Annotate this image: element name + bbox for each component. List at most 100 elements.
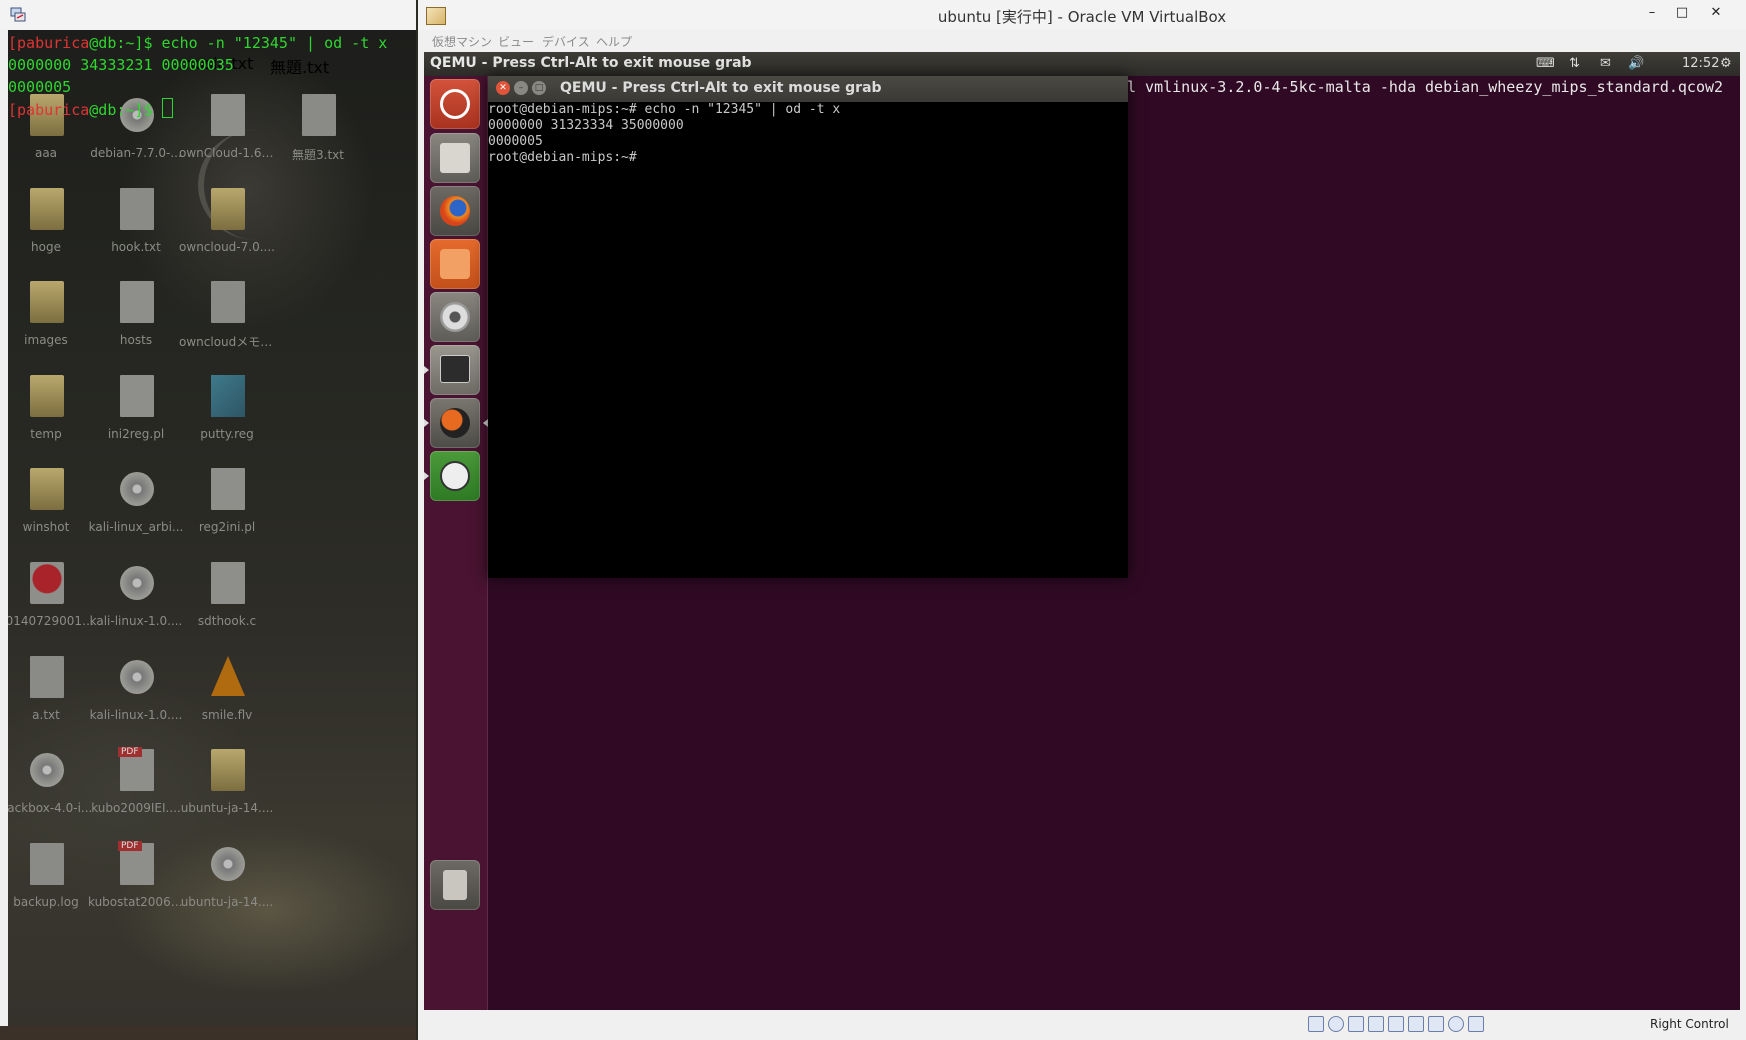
desktop-icon-label: aaa bbox=[34, 146, 58, 160]
mouse-integration-icon[interactable] bbox=[1448, 1016, 1464, 1032]
desktop-icon[interactable]: kali-linux-1.0.... bbox=[88, 650, 184, 750]
desktop-icon[interactable]: ubuntu-ja-14.... bbox=[179, 837, 275, 937]
desktop-icon-label: owncloud-7.0.... bbox=[179, 239, 275, 254]
desktop-icon[interactable]: kubostat2006.... bbox=[88, 837, 184, 937]
desktop-icon[interactable]: smile.flv bbox=[179, 650, 275, 750]
desktop-icon[interactable]: packbox-4.0-i... bbox=[8, 743, 94, 843]
launcher-firefox[interactable] bbox=[430, 186, 480, 236]
terminal-line: 0000000 34333231 00000035 bbox=[8, 54, 408, 76]
background-terminal-text: l vmlinux-3.2.0-4-5kc-malta -hda debian_… bbox=[1127, 78, 1724, 96]
launcher-dash-home[interactable] bbox=[430, 79, 480, 129]
prompt-user: paburica bbox=[17, 34, 90, 52]
desktop-icon[interactable]: owncloud-7.0.... bbox=[179, 182, 275, 282]
desktop-icon-label: owncloudメモ.txt bbox=[179, 335, 275, 350]
mail-icon[interactable]: ✉ bbox=[1600, 56, 1611, 71]
launcher-files[interactable] bbox=[430, 133, 480, 183]
shared-folders-icon[interactable] bbox=[1388, 1016, 1404, 1032]
terminal-output: 0000000 34333231 00000035 bbox=[8, 56, 234, 74]
desktop-icon[interactable]: reg2ini.pl bbox=[179, 462, 275, 562]
launcher-system-settings[interactable] bbox=[430, 292, 480, 342]
file-icon bbox=[120, 281, 154, 324]
desktop-icon-label: smile.flv bbox=[201, 707, 253, 722]
desktop-icon[interactable]: backup.log bbox=[8, 837, 94, 937]
putty-app-icon[interactable] bbox=[9, 6, 27, 24]
folder-icon bbox=[30, 281, 64, 324]
desktop-icon[interactable]: kubo2009IEI.... bbox=[88, 743, 184, 843]
folder-icon bbox=[30, 468, 64, 511]
video-capture-icon[interactable] bbox=[1428, 1016, 1444, 1032]
running-indicator bbox=[424, 419, 429, 427]
desktop-icon-label: hosts bbox=[119, 333, 153, 348]
virtualbox-window: ubuntu [実行中] - Oracle VM VirtualBox – □ … bbox=[418, 0, 1746, 1040]
prompt-bracket: [ bbox=[8, 101, 18, 119]
qemu-minimize-button[interactable]: – bbox=[514, 81, 528, 95]
usb-icon[interactable] bbox=[1348, 1016, 1364, 1032]
optical-drive-icon[interactable] bbox=[1328, 1016, 1344, 1032]
console-line: root@debian-mips:~# echo -n "12345" | od… bbox=[488, 102, 841, 117]
desktop-icon[interactable]: temp bbox=[8, 369, 94, 469]
window-title: ubuntu [実行中] - Oracle VM VirtualBox bbox=[937, 8, 1227, 26]
qemu-close-button[interactable]: ✕ bbox=[496, 81, 510, 95]
desktop-icon[interactable]: 201407290011... bbox=[8, 556, 94, 656]
desktop-icon[interactable]: hosts bbox=[88, 275, 184, 375]
launcher-qemu[interactable] bbox=[424, 398, 488, 448]
minimize-button[interactable]: – bbox=[1638, 2, 1666, 24]
menu-machine[interactable]: 仮想マシン bbox=[432, 33, 492, 50]
qemu-console[interactable]: root@debian-mips:~# echo -n "12345" | od… bbox=[488, 102, 1128, 578]
updater-icon bbox=[440, 461, 470, 491]
desktop-icon[interactable]: images bbox=[8, 275, 94, 375]
host-key-icon[interactable] bbox=[1468, 1016, 1484, 1032]
hard-disk-icon[interactable] bbox=[1308, 1016, 1324, 1032]
volume-icon[interactable]: 🔊 bbox=[1628, 56, 1644, 71]
desktop-icon-label: kali-linux_arbi... bbox=[88, 520, 184, 535]
vbox-titlebar[interactable]: ubuntu [実行中] - Oracle VM VirtualBox – □ … bbox=[418, 0, 1746, 30]
launcher-software-updater[interactable] bbox=[424, 451, 480, 501]
putty-terminal[interactable]: [paburica@db:~]$ echo -n "12345" | od -t… bbox=[8, 32, 408, 121]
launcher-software-center[interactable] bbox=[430, 239, 480, 289]
desktop-icon-label: images bbox=[24, 333, 68, 348]
menu-help[interactable]: ヘルプ bbox=[596, 33, 632, 50]
desktop-icon[interactable]: owncloudメモ.txt bbox=[179, 275, 275, 375]
desktop-icon-label: kali-linux-1.0.... bbox=[89, 707, 183, 722]
network-adapter-icon[interactable] bbox=[1368, 1016, 1384, 1032]
desktop-icon-label: reg2ini.pl bbox=[198, 520, 256, 535]
terminal-output: 0000005 bbox=[8, 78, 72, 96]
desktop-icon-label: putty.reg bbox=[200, 426, 254, 441]
guest-display[interactable]: QEMU - Press Ctrl-Alt to exit mouse grab… bbox=[424, 52, 1740, 1010]
desktop-icon-label: ini2reg.pl bbox=[107, 426, 165, 441]
menu-view[interactable]: ビュー bbox=[498, 33, 534, 50]
launcher-terminal[interactable] bbox=[424, 345, 480, 395]
files-icon bbox=[440, 143, 470, 173]
desktop-icon[interactable]: winshot bbox=[8, 462, 94, 562]
terminal-command: echo -n "12345" | od -t x bbox=[161, 34, 388, 52]
trash-icon bbox=[443, 870, 467, 900]
qemu-titlebar[interactable]: ✕ – □ QEMU - Press Ctrl-Alt to exit mous… bbox=[488, 76, 1128, 102]
desktop-icon-label: ubuntu-ja-14.... bbox=[180, 801, 274, 816]
desktop-icon[interactable]: hoge bbox=[8, 182, 94, 282]
gear-icon[interactable]: ⚙ bbox=[1720, 56, 1732, 71]
close-button[interactable]: ✕ bbox=[1702, 2, 1730, 24]
desktop-icon[interactable]: kali-linux-1.0.... bbox=[88, 556, 184, 656]
keyboard-icon[interactable]: ⌨ bbox=[1536, 56, 1555, 71]
panel-clock[interactable]: 12:52 bbox=[1682, 56, 1719, 71]
launcher-trash[interactable] bbox=[430, 860, 480, 910]
display-icon[interactable] bbox=[1408, 1016, 1424, 1032]
network-icon[interactable]: ⇅ bbox=[1569, 56, 1580, 71]
desktop-icon[interactable]: ubuntu-ja-14.... bbox=[179, 743, 275, 843]
desktop-icon-label: hook.txt bbox=[111, 239, 161, 254]
desktop-icon[interactable]: hook.txt bbox=[88, 182, 184, 282]
desktop-icon[interactable]: sdthook.c bbox=[179, 556, 275, 656]
terminal-line: [paburica@db:~]$ echo -n "12345" | od -t… bbox=[8, 32, 408, 54]
unity-launcher bbox=[424, 76, 488, 1010]
putty-titlebar[interactable] bbox=[0, 0, 416, 30]
qemu-window[interactable]: ✕ – □ QEMU - Press Ctrl-Alt to exit mous… bbox=[488, 76, 1128, 578]
desktop-icon[interactable]: kali-linux_arbi... bbox=[88, 462, 184, 562]
menu-devices[interactable]: デバイス bbox=[542, 33, 590, 50]
desktop-icon[interactable]: a.txt bbox=[8, 650, 94, 750]
desktop-icon[interactable]: putty.reg bbox=[179, 369, 275, 469]
desktop-icon[interactable]: ini2reg.pl bbox=[88, 369, 184, 469]
desktop-icon-label: backup.log bbox=[13, 894, 79, 909]
txt-icon bbox=[120, 187, 154, 230]
qemu-maximize-button[interactable]: □ bbox=[532, 81, 546, 95]
maximize-button[interactable]: □ bbox=[1668, 2, 1696, 24]
